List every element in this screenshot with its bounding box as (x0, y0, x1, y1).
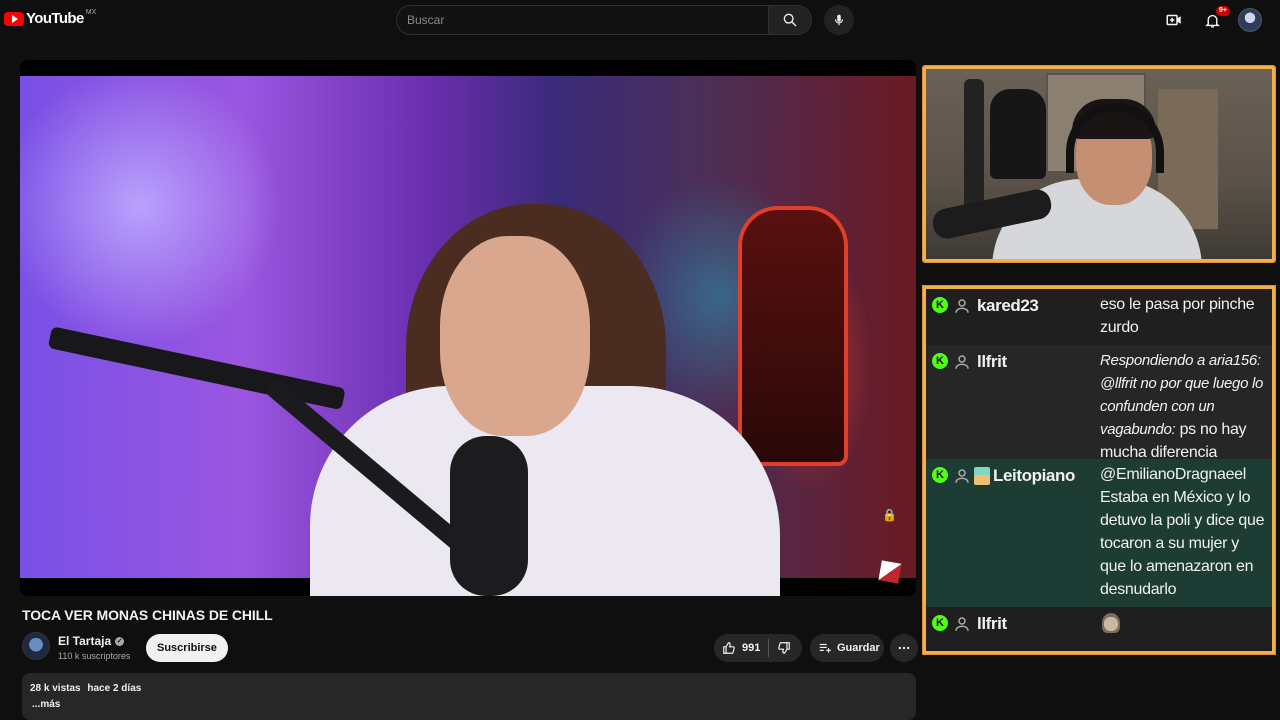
user-icon (955, 355, 969, 369)
kick-icon: K (932, 467, 948, 483)
chat-username: llfrit (977, 614, 1007, 633)
like-count: 991 (742, 642, 761, 654)
create-button[interactable] (1162, 8, 1186, 32)
more-actions-button[interactable] (890, 634, 918, 662)
video-title: TOCA VER MONAS CHINAS DE CHILL (22, 607, 273, 623)
microphone-icon (834, 14, 844, 26)
lock-icon: 🔒 (882, 508, 897, 522)
chat-message-body: Respondiendo a aria156: @llfrit no por q… (1100, 349, 1268, 461)
kick-icon: K (932, 297, 948, 313)
country-code: MX (85, 9, 97, 16)
chat-username: Leitopiano (993, 466, 1075, 485)
upload-date: hace 2 días (87, 683, 142, 694)
cat-emote-icon (1102, 613, 1120, 633)
user-badge-emote (974, 467, 990, 485)
more-horizontal-icon (898, 646, 910, 650)
chat-message-meta: K llfrit (930, 611, 1100, 645)
chat-message-meta: K Leitopiano (930, 463, 1100, 603)
header-actions: 9+ (1162, 6, 1262, 32)
save-label: Guardar (837, 642, 880, 654)
chat-message-meta: K llfrit (930, 349, 1100, 455)
streamer-face (440, 236, 590, 436)
save-button[interactable]: Guardar (810, 634, 884, 662)
search-input[interactable] (396, 5, 768, 35)
search-bar (396, 5, 812, 35)
video-player[interactable]: 🔒 (20, 60, 916, 596)
webcam-mic-arm (964, 79, 984, 219)
verified-icon: ✓ (115, 636, 125, 646)
search-button[interactable] (768, 5, 812, 35)
chat-message: K Leitopiano @EmilianoDragnaeel Estaba e… (926, 459, 1272, 607)
chat-message-body (1100, 611, 1268, 645)
channel-name[interactable]: El Tartaja ✓ (58, 634, 125, 648)
description-meta: 28 k vistas hace 2 días (30, 683, 908, 694)
account-avatar[interactable] (1238, 8, 1262, 32)
thumbs-down-icon (778, 642, 791, 654)
like-button[interactable]: 991 (714, 634, 760, 662)
user-icon (955, 299, 969, 313)
chat-message: K llfrit (926, 607, 1272, 649)
chat-message-text: eso le pasa por pinche zurdo (1100, 296, 1255, 336)
logo-text: YouTube (26, 10, 84, 27)
chat-message: K llfrit Respondiendo a aria156: @llfrit… (926, 345, 1272, 461)
playlist-add-icon (819, 643, 831, 653)
gaming-chair (738, 206, 848, 466)
chat-username: kared23 (977, 296, 1039, 315)
like-dislike-group: 991 (714, 634, 802, 662)
user-icon (955, 469, 969, 483)
webcam-overlay (923, 66, 1275, 262)
kick-icon: K (932, 353, 948, 369)
show-more-link[interactable]: ...más (32, 699, 908, 710)
chat-username: llfrit (977, 352, 1007, 371)
mic-arm (47, 326, 346, 411)
notifications-badge: 9+ (1216, 6, 1230, 16)
chat-overlay: K kared23 eso le pasa por pinche zurdo K… (923, 286, 1275, 654)
video-frame-image: 🔒 (20, 76, 916, 596)
notifications-button[interactable]: 9+ (1200, 6, 1230, 32)
webcam-hoodie (990, 89, 1046, 179)
microphone (450, 436, 528, 596)
kick-icon: K (932, 615, 948, 631)
channel-name-text: El Tartaja (58, 634, 112, 648)
voice-search-button[interactable] (824, 5, 854, 35)
channel-watermark-icon (878, 560, 902, 584)
thumbs-up-icon (723, 642, 735, 654)
chat-message: K kared23 eso le pasa por pinche zurdo (926, 289, 1272, 345)
top-bar: YouTube MX 9+ (0, 0, 1280, 40)
chat-message-meta: K kared23 (930, 293, 1100, 341)
youtube-play-icon (4, 11, 24, 26)
view-count: 28 k vistas (30, 683, 81, 694)
description-box[interactable]: 28 k vistas hace 2 días ...más (22, 673, 916, 720)
subscribe-button[interactable]: Suscribirse (146, 634, 228, 662)
video-camera-plus-icon (1166, 14, 1181, 26)
dislike-button[interactable] (769, 634, 791, 662)
chat-message-text: @EmilianoDragnaeel Estaba en México y lo… (1100, 466, 1265, 598)
search-icon (783, 13, 797, 27)
channel-avatar[interactable] (22, 632, 50, 660)
user-icon (955, 617, 969, 631)
subscriber-count: 110 k suscriptores (58, 651, 131, 661)
youtube-logo[interactable]: YouTube MX (4, 9, 97, 27)
